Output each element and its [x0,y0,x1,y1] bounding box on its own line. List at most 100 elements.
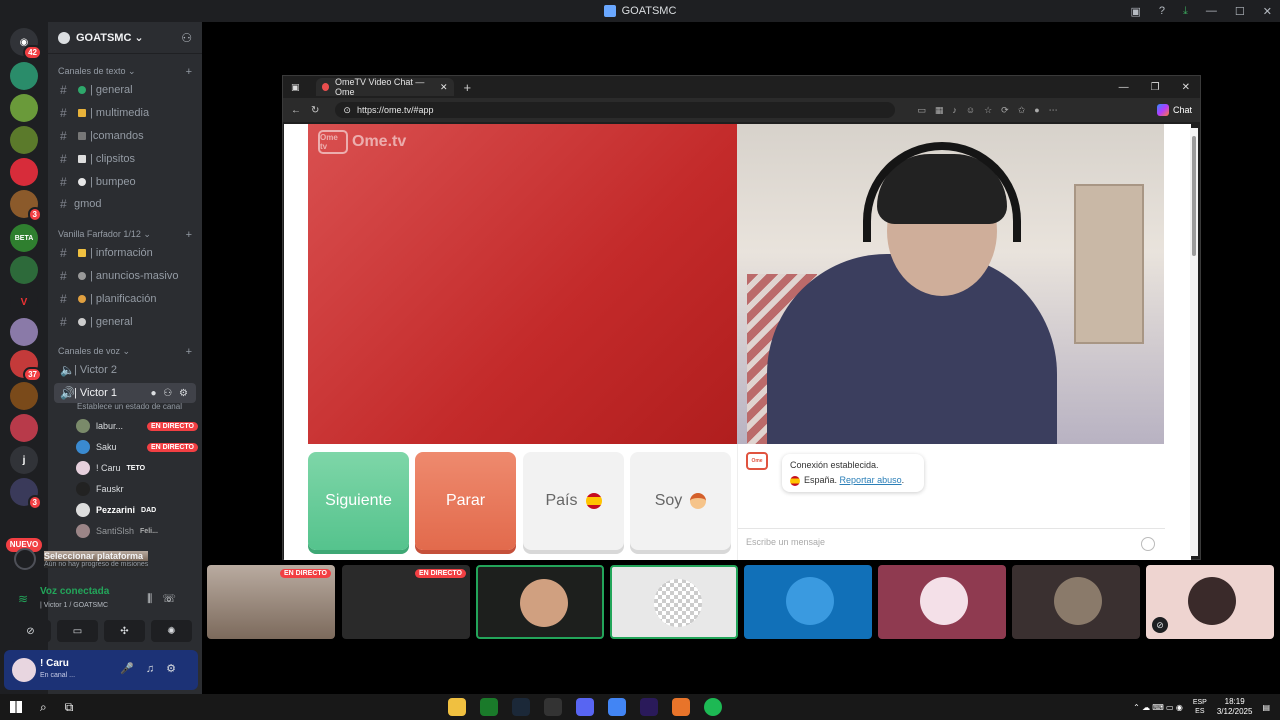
speaker-icon: 🔈 [60,363,75,377]
discord-icon[interactable] [576,698,594,716]
report-abuse-link[interactable]: Reportar abuso [840,475,902,485]
soundboard-button[interactable]: ✺ [151,620,192,642]
signal-icon[interactable]: ≋ [18,592,28,606]
download-icon[interactable]: ⤓ [1183,5,1188,18]
stop-button[interactable]: Parar [415,452,516,550]
server-icon[interactable]: 3 [10,478,42,510]
minimize-button[interactable]: — [1119,82,1129,93]
voice-user[interactable]: labur... EN DIRECTO [76,416,198,436]
dm-home-button[interactable]: ◉ 42 [10,28,42,60]
participant-tile[interactable] [744,565,872,639]
participant-tile[interactable]: EN DIRECTO [342,565,470,639]
user-controls-icons[interactable]: 🎤♫⚙ [120,662,188,675]
participant-tile[interactable]: ⊘ [1146,565,1274,639]
channel-clipsitos[interactable]: # | clipsitos [54,149,196,169]
restore-button[interactable]: ❐ [1151,82,1160,93]
tab-actions-icon[interactable]: ▣ [291,82,300,93]
address-bar[interactable]: ⊙ https://ome.tv/#app [335,102,896,118]
close-button[interactable]: ✕ [1263,5,1272,18]
copilot-button[interactable]: Chat [1156,104,1192,116]
participant-tile[interactable] [476,565,604,639]
server-icon[interactable]: 3 [10,190,42,222]
server-icon[interactable] [10,62,38,90]
inbox-icon[interactable]: ▣ [1131,5,1141,18]
participant-tile[interactable] [878,565,1006,639]
camera-off-button[interactable]: ⊘ [10,620,51,642]
server-icon[interactable]: j [10,446,38,474]
server-icon[interactable] [10,126,38,154]
voice-user[interactable]: Pezzarini DAD [76,500,198,520]
new-tab-button[interactable]: + [464,80,472,95]
participant-tile[interactable]: EN DIRECTO [207,565,335,639]
voice-user[interactable]: ! Caru TETO [76,458,198,478]
category-voice[interactable]: Canales de voz ⌄ + [58,346,192,358]
channel-bumpeo[interactable]: # | bumpeo [54,172,196,192]
screen-share-button[interactable]: ▭ [57,620,98,642]
channel-gmod[interactable]: # gmod [54,194,196,214]
obs-icon[interactable] [544,698,562,716]
voice-actions-icons[interactable]: ⫼☏ [147,592,186,606]
invite-icon[interactable]: ⚇ [181,31,192,45]
channel-planificacion[interactable]: # | planificación [54,289,196,309]
tray-icons[interactable]: ⌃ ☁ ⌨ ▭ ◉ [1133,703,1183,712]
notifications-icon[interactable]: ▤ [1262,703,1270,712]
gender-button[interactable]: Soy [630,452,731,550]
activities-button[interactable]: ✣ [104,620,145,642]
minimize-button[interactable]: — [1206,5,1217,17]
close-button[interactable]: ✕ [1182,82,1190,93]
voice-user[interactable]: Saku EN DIRECTO [76,437,198,457]
refresh-icon[interactable]: ↻ [311,105,319,116]
channel-general-vanilla[interactable]: # | general [54,312,196,332]
channel-informacion[interactable]: # | información [54,243,196,263]
scrollbar[interactable] [1190,128,1198,556]
country-button[interactable]: País [523,452,624,550]
category-vanilla[interactable]: Vanilla Farfador 1/12 ⌄ + [58,229,192,241]
channel-anuncios[interactable]: # | anuncios-masivo [54,266,196,286]
maximize-button[interactable]: ☐ [1235,5,1245,18]
search-icon[interactable]: ⌕ [40,700,47,715]
server-icon[interactable]: V [10,288,38,316]
voice-user[interactable]: SantiSlsh Feli... [76,521,198,541]
category-text[interactable]: Canales de texto ⌄ + [58,66,192,78]
channel-multimedia[interactable]: # | multimedia [54,103,196,123]
clock[interactable]: 18:19 3/12/2025 [1217,697,1253,717]
voice-channel-victor2[interactable]: 🔈 | Victor 2 [54,360,196,380]
server-icon[interactable] [10,318,38,346]
channel-comandos[interactable]: # |comandos [54,126,196,146]
message-input[interactable]: Escribe un mensaje [738,528,1165,558]
platform-selector[interactable]: Seleccionar plataforma Aún no hay progre… [8,542,196,576]
server-icon[interactable] [10,94,38,122]
channel-general[interactable]: # | general [54,80,196,100]
fl-studio-icon[interactable] [672,698,690,716]
toolbar-icons[interactable]: ▭▦♪☺☆⟳✩●⋯ [917,105,1066,116]
server-icon[interactable] [10,414,38,442]
start-button[interactable] [10,701,22,713]
spotify-icon[interactable] [704,698,722,716]
task-view-icon[interactable]: ⧉ [65,700,74,715]
xbox-icon[interactable] [480,698,498,716]
browser-tab[interactable]: OmeTV Video Chat — Ome ✕ [315,77,454,97]
back-icon[interactable]: ← [291,105,301,116]
server-icon[interactable]: 37 [10,350,42,382]
server-icon[interactable] [10,382,38,410]
avatar[interactable] [12,658,36,682]
server-icon[interactable] [10,256,38,284]
add-channel-icon: + [185,66,192,78]
file-explorer-icon[interactable] [448,698,466,716]
channel-status[interactable]: Establece un estado de canal [77,402,182,411]
ome-favicon [321,83,330,91]
participant-tile[interactable] [610,565,738,639]
premiere-icon[interactable] [640,698,658,716]
server-header[interactable]: GOATSMC ⌄ ⚇ [48,22,202,54]
page-viewport: Ome tv Ome.tv Siguiente Parar País Soy O… [284,124,1191,560]
chrome-icon[interactable] [608,698,626,716]
language-indicator[interactable]: ESP ES [1193,698,1207,716]
voice-user[interactable]: Fauskr [76,479,198,499]
server-icon[interactable]: BETA [10,224,38,252]
next-button[interactable]: Siguiente [308,452,409,550]
participant-tile[interactable] [1012,565,1140,639]
voice-channel-victor1[interactable]: 🔊 | Victor 1 ● ⚇ ⚙ [54,383,196,403]
steam-icon[interactable] [512,698,530,716]
server-icon[interactable] [10,158,38,186]
help-icon[interactable]: ? [1159,5,1165,17]
